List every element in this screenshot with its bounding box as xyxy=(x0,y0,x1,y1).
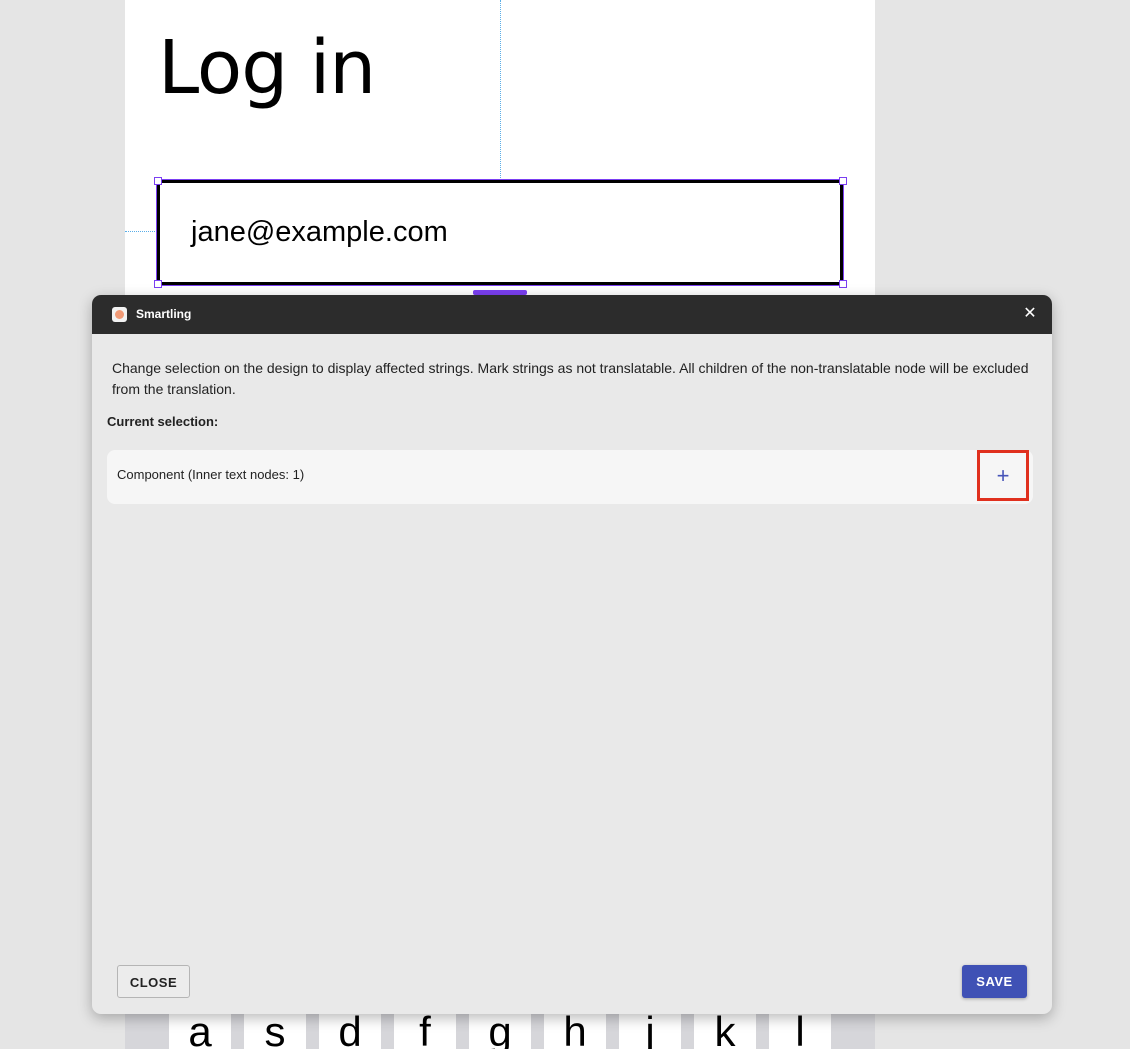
keyboard-key: d xyxy=(319,1008,381,1049)
close-icon[interactable]: ✕ xyxy=(1020,304,1040,324)
selection-row: Component (Inner text nodes: 1) xyxy=(107,450,1033,504)
page-title: Log in xyxy=(158,25,376,111)
smartling-dialog: Smartling ✕ Change selection on the desi… xyxy=(92,295,1052,1014)
keyboard-key: s xyxy=(244,1008,306,1049)
horizontal-guide-line xyxy=(125,231,157,232)
keyboard-key: h xyxy=(544,1008,606,1049)
dialog-title: Smartling xyxy=(136,307,192,321)
add-button[interactable]: + xyxy=(977,450,1029,501)
vertical-guide-line xyxy=(500,0,501,178)
keyboard-key: f xyxy=(394,1008,456,1049)
keyboard-key: l xyxy=(769,1008,831,1049)
dialog-description: Change selection on the design to displa… xyxy=(112,360,1029,397)
resize-handle-bottom-right[interactable] xyxy=(839,280,847,288)
keyboard-key: g xyxy=(469,1008,531,1049)
current-selection-label: Current selection: xyxy=(107,414,219,429)
resize-handle-top-right[interactable] xyxy=(839,177,847,185)
keyboard-key: j xyxy=(619,1008,681,1049)
plus-icon: + xyxy=(996,463,1010,488)
resize-handle-bottom-left[interactable] xyxy=(154,280,162,288)
resize-handle-top-left[interactable] xyxy=(154,177,162,185)
selection-row-label: Component (Inner text nodes: 1) xyxy=(117,467,305,482)
keyboard-key: k xyxy=(694,1008,756,1049)
email-field-value: jane@example.com xyxy=(191,216,448,248)
email-field[interactable]: jane@example.com xyxy=(157,180,843,285)
smartling-logo-icon xyxy=(112,307,127,322)
close-button[interactable]: CLOSE xyxy=(117,965,190,998)
keyboard-key: a xyxy=(169,1008,231,1049)
save-button[interactable]: SAVE xyxy=(962,965,1027,998)
dialog-titlebar: Smartling ✕ xyxy=(92,295,1052,334)
